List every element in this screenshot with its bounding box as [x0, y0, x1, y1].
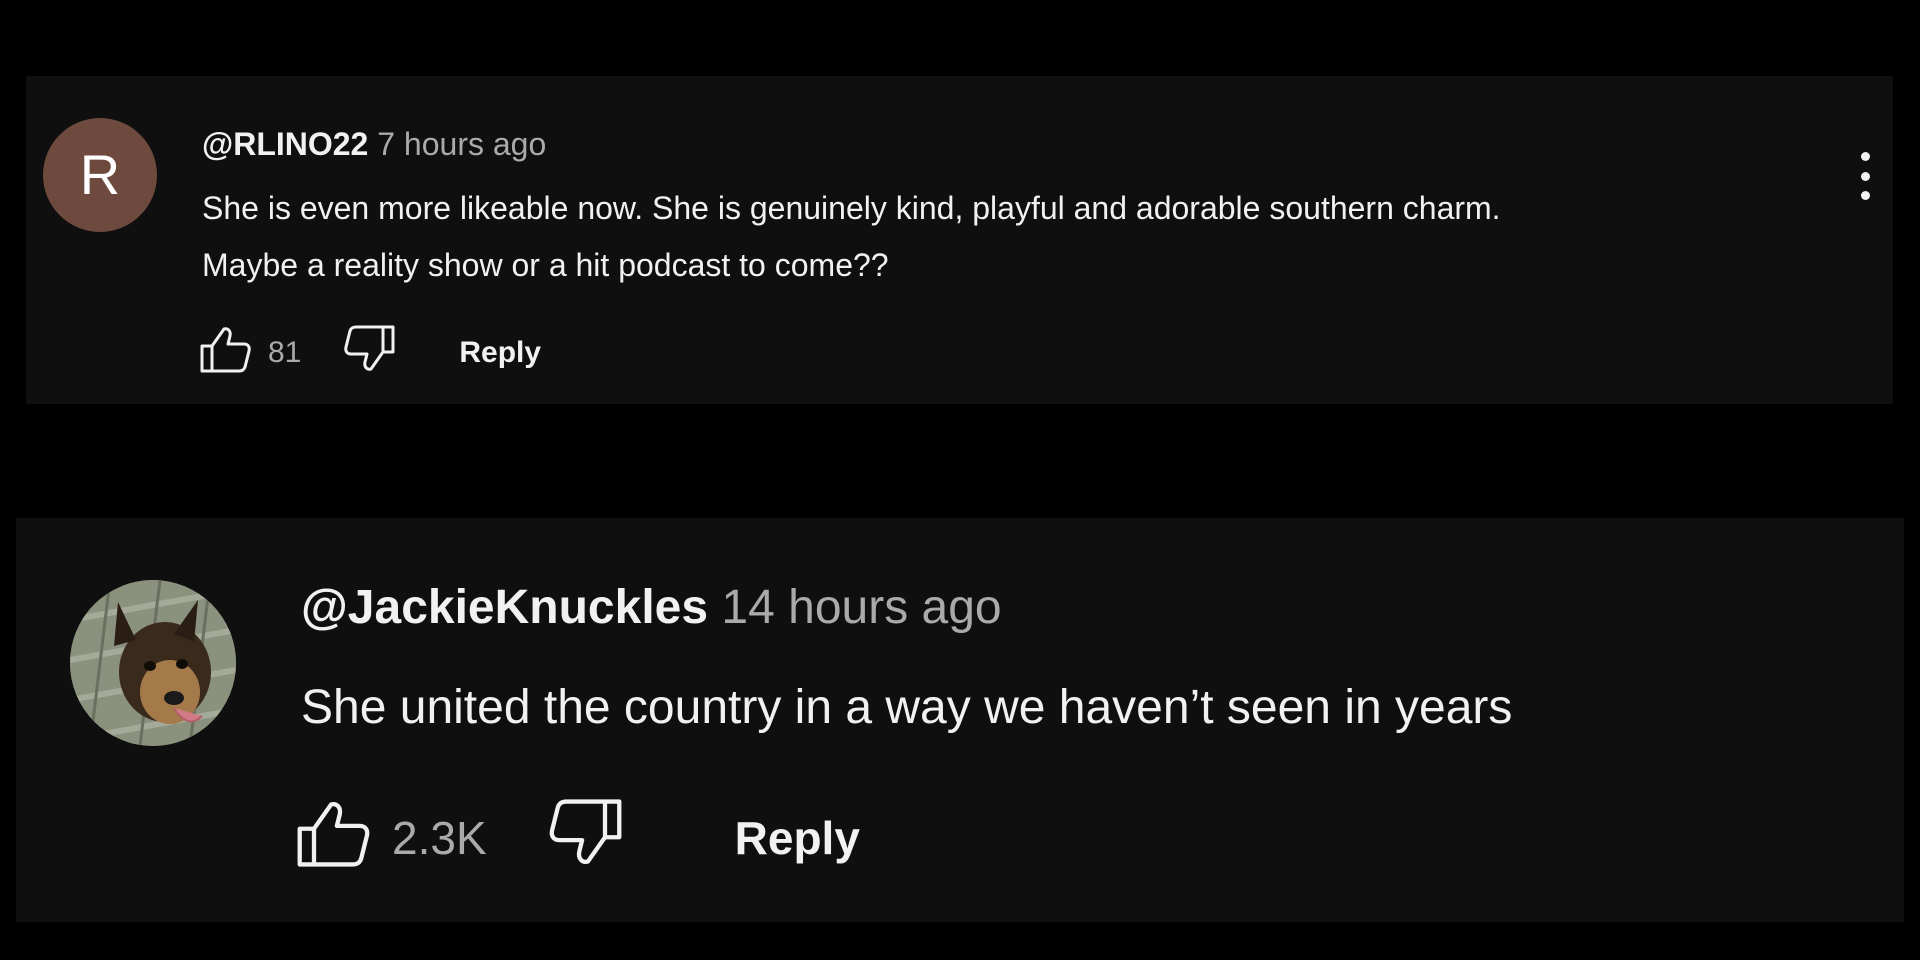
thumbs-up-icon[interactable] [294, 795, 374, 882]
menu-dot [1860, 152, 1870, 161]
comment-card: @JackieKnuckles 14 hours ago She united … [16, 518, 1904, 922]
menu-dot [1860, 171, 1870, 181]
thumbs-down-icon[interactable] [341, 324, 397, 382]
like-count: 81 [268, 336, 302, 369]
reply-button[interactable]: Reply [735, 811, 860, 865]
comment-time[interactable]: 7 hours ago [377, 126, 546, 162]
thumbs-down-icon[interactable] [545, 795, 625, 882]
author-handle[interactable]: @RLINO22 [202, 126, 368, 162]
avatar[interactable]: R [43, 118, 157, 232]
comment-text: She united the country in a way we haven… [301, 681, 1513, 734]
comment-actions: 2.3K Reply [294, 798, 860, 878]
more-vert-icon[interactable] [1857, 152, 1873, 200]
comment-actions: 81 Reply [198, 325, 541, 378]
like-count: 2.3K [392, 812, 487, 864]
menu-dot [1860, 191, 1870, 200]
comment-header: @JackieKnuckles 14 hours ago [301, 580, 1002, 635]
reply-button[interactable]: Reply [459, 336, 541, 370]
comment-text-line: She is even more likeable now. She is ge… [202, 190, 1501, 226]
avatar[interactable] [70, 580, 236, 746]
comment-time[interactable]: 14 hours ago [721, 581, 1001, 634]
dog-photo-icon [70, 580, 236, 746]
author-handle[interactable]: @JackieKnuckles [301, 581, 708, 634]
thumbs-up-icon[interactable] [198, 324, 254, 382]
comment-header: @RLINO22 7 hours ago [202, 126, 546, 163]
comment-card: R @RLINO22 7 hours ago She is even more … [26, 76, 1893, 404]
comment-text-line: Maybe a reality show or a hit podcast to… [202, 247, 889, 283]
